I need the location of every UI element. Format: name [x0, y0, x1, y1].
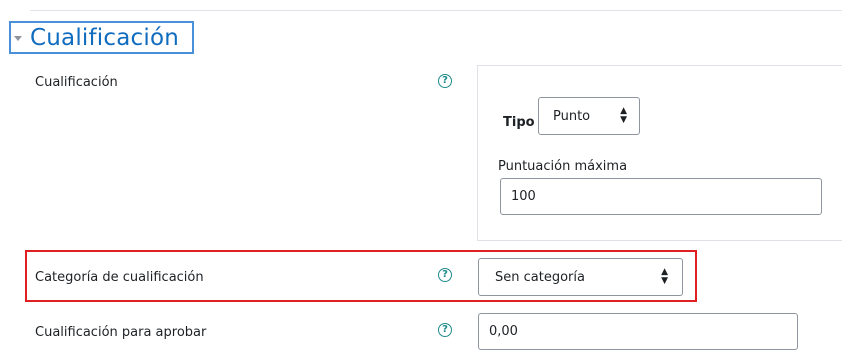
select-updown-icon: ▲ ▼ — [620, 106, 627, 125]
grade-type-value: Punto — [553, 108, 591, 124]
max-grade-value: 100 — [511, 189, 536, 204]
grade-category-select[interactable]: Sen categoría ▲ ▼ — [478, 258, 683, 296]
section-title: Cualificación — [30, 24, 180, 51]
grade-category-value: Sen categoría — [495, 269, 585, 285]
grade-to-pass-input[interactable]: 0,00 — [478, 313, 798, 350]
max-grade-label: Puntuación máxima — [498, 159, 628, 174]
grade-label: Cualificación — [35, 75, 118, 90]
section-header-cualificacion[interactable]: Cualificación — [9, 21, 194, 54]
help-icon[interactable]: ? — [438, 268, 452, 282]
collapse-caret-icon[interactable] — [14, 36, 22, 41]
help-icon[interactable]: ? — [438, 323, 452, 337]
select-updown-icon: ▲ ▼ — [661, 267, 668, 286]
help-icon[interactable]: ? — [438, 74, 452, 88]
grade-category-label: Categoría de cualificación — [35, 270, 204, 285]
grade-to-pass-value: 0,00 — [489, 324, 518, 339]
grade-type-label: Tipo — [503, 115, 535, 130]
grade-type-select[interactable]: Punto ▲ ▼ — [538, 97, 640, 135]
section-divider — [30, 10, 842, 11]
grade-to-pass-label: Cualificación para aprobar — [35, 325, 207, 340]
max-grade-input[interactable]: 100 — [500, 178, 822, 215]
